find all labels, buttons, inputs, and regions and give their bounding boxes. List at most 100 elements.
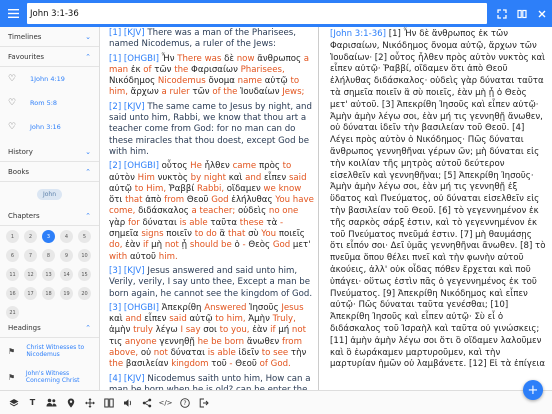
greek-word[interactable]: λέγω	[153, 325, 180, 335]
chapter-button[interactable]: 19	[60, 287, 73, 300]
greek-word[interactable]: δύναται	[140, 218, 180, 228]
greek-word[interactable]: τῶν	[190, 87, 213, 97]
greek-word[interactable]: ἐλήλυθας	[229, 195, 276, 205]
greek-word[interactable]: Θεοῦ	[233, 359, 260, 369]
greek-word[interactable]: Θεὸς	[246, 240, 273, 250]
greek-word[interactable]: σοι	[201, 325, 220, 335]
chapter-text[interactable]: [John 3:1-36] [1] Ἦν δὲ ἄνθρωπος ἐκ τῶν …	[330, 29, 546, 371]
greek-word[interactable]: σὺ	[245, 229, 261, 239]
chevron-up-icon[interactable]: ⌃	[85, 324, 91, 332]
verse-interlinear[interactable]: [2] [OHGBI] οὗτος He ἦλθεν came πρὸς to …	[109, 161, 314, 263]
greek-word[interactable]: πρὸς	[256, 161, 282, 171]
favourite-item-label[interactable]: Rom 5:8	[30, 99, 57, 107]
favourite-item[interactable]: ♡ 1John 4:19	[0, 67, 99, 91]
greek-word[interactable]: καὶ	[226, 173, 245, 183]
greek-word[interactable]: αὐτὸν	[109, 173, 138, 183]
verse-ref[interactable]: [1] [OHGBI]	[109, 54, 159, 64]
greek-word[interactable]: ἄνθρωπος	[254, 54, 303, 64]
greek-word[interactable]: σημεῖα	[109, 229, 141, 239]
logout-icon[interactable]	[194, 393, 213, 413]
chevron-down-icon[interactable]: ⌄	[85, 148, 91, 156]
heart-icon[interactable]: ♡	[8, 122, 22, 132]
greek-word[interactable]: Ἦν	[159, 54, 177, 64]
greek-word[interactable]: Νικόδημος	[109, 76, 158, 86]
code-icon[interactable]: </>	[156, 393, 175, 413]
greek-word[interactable]: Ἀπεκρίθη	[159, 303, 204, 313]
greek-word[interactable]: τὰ	[264, 218, 280, 228]
greek-word[interactable]: οὗτος	[159, 161, 190, 171]
book-chip-john[interactable]: John	[36, 188, 63, 200]
greek-word[interactable]: Ῥαββί	[166, 184, 197, 194]
greek-word[interactable]: νυκτὸς	[155, 173, 191, 183]
greek-word[interactable]: καὶ	[109, 314, 125, 324]
chevron-up-icon[interactable]: ⌃	[85, 168, 91, 176]
greek-word[interactable]: ἐκ	[128, 65, 143, 75]
greek-word[interactable]: γὰρ	[109, 218, 128, 228]
history-section-header[interactable]: History ⌄	[0, 142, 99, 162]
favourites-section-header[interactable]: Favourites ⌃	[0, 47, 99, 67]
chapter-button[interactable]: 6	[6, 249, 19, 262]
people-icon[interactable]	[42, 393, 61, 413]
greek-word[interactable]: ὅτι	[109, 195, 125, 205]
greek-word[interactable]: ἀπὸ	[143, 195, 165, 205]
add-button[interactable]: +	[523, 380, 543, 400]
chapter-button[interactable]: 13	[42, 268, 55, 281]
text-format-icon[interactable]: T	[23, 393, 42, 413]
favourite-item[interactable]: ♡ John 3:16	[0, 115, 99, 139]
greek-word[interactable]: Θεοῦ	[184, 195, 211, 205]
chapter-button[interactable]: 16	[6, 287, 19, 300]
heart-icon[interactable]: ♡	[8, 74, 22, 84]
greek-word[interactable]: ποιεῖν	[164, 229, 195, 239]
greek-word[interactable]: ᾖ	[179, 240, 190, 250]
chapter-button[interactable]: 12	[24, 268, 37, 281]
books-section-header[interactable]: Books ⌃	[0, 162, 99, 182]
help-icon[interactable]: ?	[175, 393, 194, 413]
audio-icon[interactable]	[118, 393, 137, 413]
chapter-button[interactable]: 15	[78, 268, 91, 281]
chapter-ref[interactable]: [John 3:1-36]	[330, 29, 386, 39]
greek-word[interactable]: Ἰουδαίων	[237, 87, 279, 97]
verse-ref[interactable]: [4] [KJV]	[109, 374, 145, 384]
chapter-button[interactable]: 17	[24, 287, 37, 300]
chapter-button[interactable]: 7	[24, 249, 37, 262]
chapter-button[interactable]: 4	[60, 230, 73, 243]
greek-word[interactable]: μὴ	[148, 240, 164, 250]
verse-ref[interactable]: [1] [KJV]	[109, 28, 145, 38]
chapter-button[interactable]: 21	[6, 306, 19, 319]
greek-word[interactable]: μή	[276, 325, 292, 335]
greek-word[interactable]: ὁ	[232, 240, 243, 250]
greek-word[interactable]: οὐ	[138, 348, 154, 358]
greek-word[interactable]: βασιλείαν	[123, 359, 171, 369]
chapters-section-header[interactable]: Chapters ⌃	[0, 206, 99, 226]
greek-word[interactable]: τις	[109, 337, 125, 347]
greek-word[interactable]: Φαρισαίων	[188, 65, 240, 75]
greek-word[interactable]: εἶπεν	[142, 314, 170, 324]
chapter-button[interactable]: 10	[78, 249, 91, 262]
close-icon[interactable]	[532, 0, 552, 27]
move-arrows-icon[interactable]	[80, 393, 99, 413]
chevron-down-icon[interactable]: ⌄	[85, 33, 91, 41]
parallel-view-icon[interactable]	[512, 0, 532, 27]
greek-word[interactable]: αὐτῷ	[109, 184, 135, 194]
greek-word[interactable]: Ἰησοῦς	[246, 303, 281, 313]
favourite-item-label[interactable]: John 3:16	[30, 123, 61, 131]
verse-ref[interactable]: [2] [KJV]	[109, 102, 145, 112]
chevron-up-icon[interactable]: ⌃	[85, 53, 91, 61]
greek-word[interactable]: ἐὰν	[122, 240, 143, 250]
headings-section-header[interactable]: Headings ⌃	[0, 318, 99, 338]
greek-word[interactable]: ἃ	[217, 229, 228, 239]
greek-word[interactable]: εἶπεν	[261, 173, 289, 183]
chapter-button[interactable]: 18	[42, 287, 55, 300]
greek-word[interactable]: ἰδεῖν	[236, 348, 262, 358]
verse-interlinear[interactable]: [1] [OHGBI] Ἦν There was δὲ now ἄνθρωπος…	[109, 54, 314, 99]
chapter-button-active[interactable]: 3	[42, 230, 55, 243]
greek-word[interactable]: ἐὰν	[250, 325, 271, 335]
compare-icon[interactable]	[99, 393, 118, 413]
verse-interlinear[interactable]: [3] [OHGBI] Ἀπεκρίθη Answered Ἰησοῦς Jes…	[109, 303, 314, 371]
chapter-button[interactable]: 2	[24, 230, 37, 243]
verse-ref[interactable]: [3] [OHGBI]	[109, 303, 159, 313]
left-bible-pane[interactable]: [1] [KJV] There was a man of the Pharise…	[101, 27, 319, 390]
verse-kjv[interactable]: [1] [KJV] There was a man of the Pharise…	[109, 28, 314, 51]
chevron-up-icon[interactable]: ⌃	[85, 212, 91, 220]
greek-word[interactable]: οἴδαμεν	[224, 184, 263, 194]
